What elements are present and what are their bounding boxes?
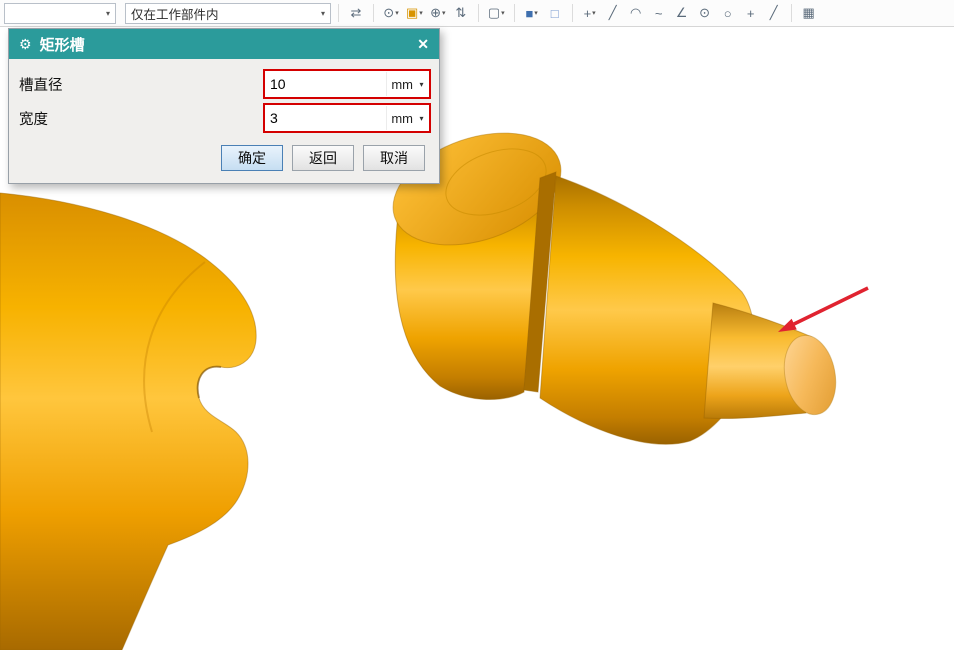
toolbar-separator	[571, 4, 573, 22]
groove-diameter-input[interactable]	[265, 72, 387, 96]
groove-diameter-highlight-box: mm ▾	[263, 69, 431, 99]
rectangular-groove-dialog: ⚙ 矩形槽 ✕ 槽直径 mm ▾ 宽度 mm ▾	[8, 28, 440, 184]
glyph: ⇄	[350, 5, 362, 20]
width-highlight-box: mm ▾	[263, 103, 431, 133]
dialog-buttons: 确定 返回 取消	[19, 145, 431, 171]
width-input[interactable]	[265, 106, 387, 130]
shaded-display-icon[interactable]: ■ ▾	[522, 2, 542, 24]
assembly-sync-icon[interactable]: ⇄	[346, 2, 366, 24]
grid-display-icon[interactable]: ▦	[799, 2, 819, 24]
glyph: ∠	[675, 5, 688, 20]
unit-dropdown-icon[interactable]: ▾	[414, 106, 429, 130]
glyph: ╱	[608, 5, 617, 20]
measure-icon[interactable]: ⇅	[451, 2, 471, 24]
glyph: ▣	[406, 5, 419, 20]
back-button[interactable]: 返回	[292, 145, 354, 171]
groove-diameter-row: 槽直径 mm ▾	[19, 67, 431, 101]
toolbar-separator	[373, 4, 374, 22]
width-row: 宽度 mm ▾	[19, 101, 431, 135]
glyph: □	[550, 5, 559, 21]
top-toolbar: ▾ 仅在工作部件内 ▾ ⇄ ⊙ ▾ ▣ ▾ ⊕ ▾ ⇅ ▢ ▾ ■ ▾ □ + …	[0, 0, 954, 27]
glyph: ╱	[769, 5, 778, 20]
glyph: ⊙	[699, 5, 711, 20]
chevron-down-icon[interactable]: ▾	[534, 9, 538, 17]
chevron-down-icon[interactable]: ▾	[592, 9, 596, 17]
gear-icon: ⚙	[19, 35, 32, 52]
selection-filter-icon[interactable]: ▢ ▾	[486, 2, 507, 24]
unit-dropdown-icon[interactable]: ▾	[414, 72, 429, 96]
app-window: ▾ 仅在工作部件内 ▾ ⇄ ⊙ ▾ ▣ ▾ ⊕ ▾ ⇅ ▢ ▾ ■ ▾ □ + …	[0, 0, 954, 650]
midpoint-snap-icon[interactable]: +	[741, 2, 761, 24]
spline-tool-icon[interactable]: ~	[649, 2, 669, 24]
glyph: ▦	[802, 5, 815, 20]
toolbar-separator	[790, 4, 792, 22]
width-unit-label: mm	[386, 106, 414, 130]
tangent-snap-icon[interactable]: ╱	[764, 2, 784, 24]
snap-point-icon[interactable]: ⊙ ▾	[381, 2, 401, 24]
ok-button[interactable]: 确定	[221, 145, 283, 171]
glyph: ⊕	[430, 5, 441, 20]
dialog-title: 矩形槽	[39, 36, 85, 54]
selection-scope-value: 仅在工作部件内	[131, 7, 219, 22]
width-label: 宽度	[19, 111, 48, 128]
chevron-down-icon[interactable]: ▾	[442, 9, 446, 17]
toolbar-separator	[477, 4, 479, 22]
glyph: ⊙	[383, 5, 395, 20]
glyph: +	[746, 5, 755, 21]
glyph: ⇅	[455, 5, 467, 20]
dialog-body: 槽直径 mm ▾ 宽度 mm ▾ 确定 返回 取消	[9, 59, 439, 183]
annotation-arrow	[778, 286, 869, 332]
dialog-titlebar[interactable]: ⚙ 矩形槽 ✕	[9, 29, 439, 59]
selection-scope-combo[interactable]: 仅在工作部件内 ▾	[125, 2, 331, 24]
work-plane-icon[interactable]: ▣ ▾	[404, 2, 425, 24]
glyph: +	[583, 5, 592, 21]
wireframe-display-icon[interactable]: □	[545, 2, 565, 24]
chevron-down-icon[interactable]: ▾	[315, 9, 325, 18]
arc-tool-icon[interactable]: ◠	[626, 2, 646, 24]
glyph: ○	[723, 5, 732, 21]
move-object-icon[interactable]: + ▾	[580, 2, 600, 24]
toolbar-separator	[513, 4, 515, 22]
glyph: ▢	[487, 5, 501, 20]
close-icon[interactable]: ✕	[417, 36, 429, 53]
chevron-down-icon[interactable]: ▾	[100, 9, 110, 18]
glyph: ■	[525, 5, 534, 21]
type-filter-combo[interactable]: ▾	[4, 2, 116, 24]
datum-point-icon[interactable]: ⊕ ▾	[428, 2, 448, 24]
shaft-large-section[interactable]	[0, 192, 257, 650]
shaft-model[interactable]	[0, 112, 842, 650]
cancel-button[interactable]: 取消	[363, 145, 425, 171]
glyph: ~	[654, 5, 663, 21]
line-tool-icon[interactable]: ╱	[603, 2, 623, 24]
circle-snap-icon[interactable]: ○	[718, 2, 738, 24]
toolbar-separator	[338, 4, 339, 22]
angle-snap-icon[interactable]: ∠	[672, 2, 692, 24]
groove-diameter-label: 槽直径	[19, 77, 63, 94]
chevron-down-icon[interactable]: ▾	[395, 9, 399, 17]
glyph: ◠	[629, 5, 642, 20]
chevron-down-icon[interactable]: ▾	[501, 9, 505, 17]
chevron-down-icon[interactable]: ▾	[419, 9, 423, 17]
groove-diameter-unit-label: mm	[386, 72, 414, 96]
point-on-curve-icon[interactable]: ⊙	[695, 2, 715, 24]
